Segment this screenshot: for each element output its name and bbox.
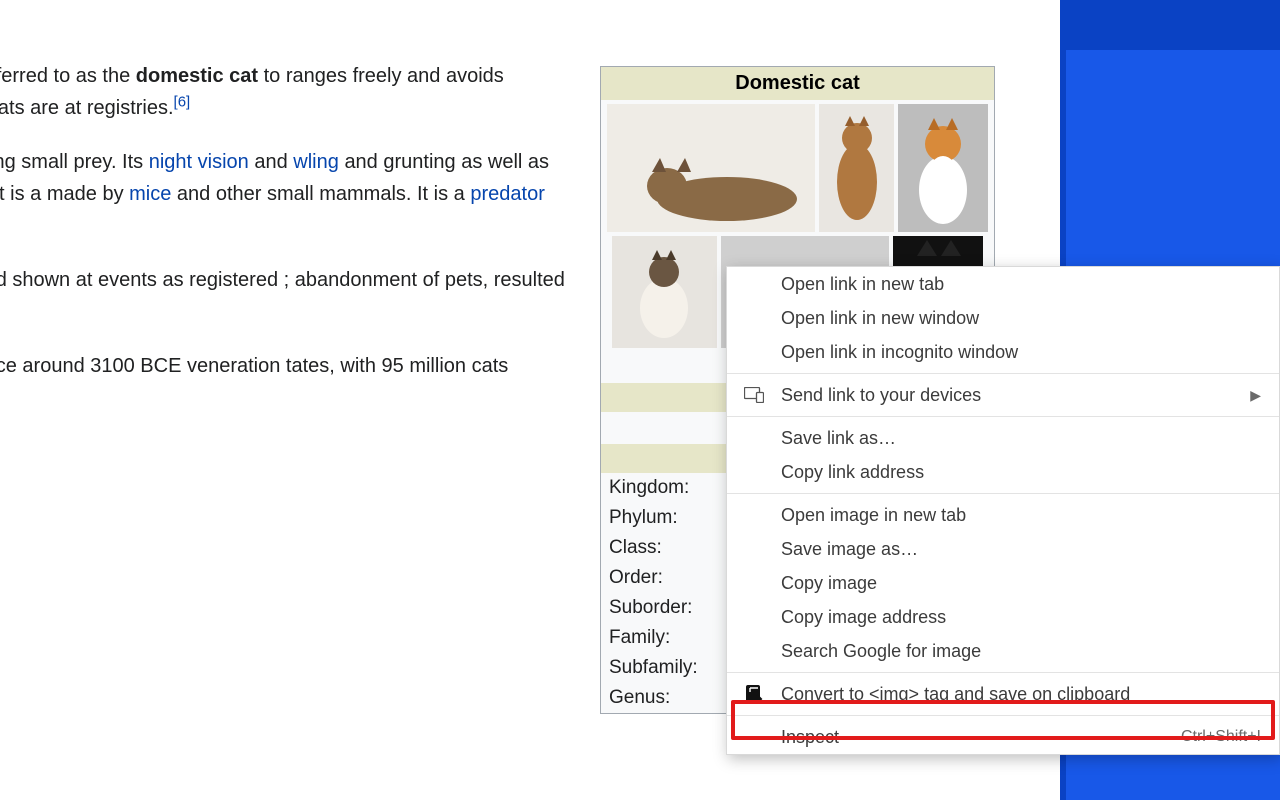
ctx-save-image-as[interactable]: Save image as… <box>727 532 1279 566</box>
text: Domestic cats are at registries. <box>0 97 174 119</box>
text: , as since around 3100 BCE veneration ta… <box>0 355 508 409</box>
article-paragraph-3: [9] Domestic cats are bred and shown at … <box>0 264 570 328</box>
submenu-arrow-icon: ▶ <box>1250 387 1261 404</box>
ctx-separator <box>727 715 1279 716</box>
taxon-label: Suborder: <box>609 597 729 619</box>
ctx-open-link-new-window[interactable]: Open link in new window <box>727 301 1279 335</box>
ctx-search-google-image[interactable]: Search Google for image <box>727 634 1279 668</box>
ctx-copy-image[interactable]: Copy image <box>727 566 1279 600</box>
ctx-label: Copy image <box>781 573 877 594</box>
ctx-label: Open link in new window <box>781 308 979 329</box>
article-paragraph-4: ated in ancient Egypt , as since around … <box>0 350 570 414</box>
text: and <box>254 151 293 173</box>
ctx-shortcut: Ctrl+Shift+I <box>1181 728 1261 746</box>
infobox-image-4[interactable] <box>612 236 717 348</box>
infobox-image-3[interactable] <box>898 104 988 232</box>
ctx-separator <box>727 416 1279 417</box>
infobox-title: Domestic cat <box>601 67 994 100</box>
article-paragraph-1: family Felidae and is often referred to … <box>0 60 570 124</box>
ctx-copy-link-address[interactable]: Copy link address <box>727 455 1279 489</box>
ctx-label: Send link to your devices <box>781 385 981 406</box>
context-menu: Open link in new tab Open link in new wi… <box>726 266 1280 755</box>
infobox-image-1[interactable] <box>607 104 815 232</box>
ctx-label: Open image in new tab <box>781 505 966 526</box>
ctx-label: Copy link address <box>781 462 924 483</box>
link-predator[interactable]: predator <box>470 183 545 205</box>
ctx-open-link-new-tab[interactable]: Open link in new tab <box>727 267 1279 301</box>
taxon-label: Kingdom: <box>609 477 729 499</box>
text: adapted to killing small prey. Its <box>0 151 149 173</box>
ctx-label: Inspect <box>781 727 839 748</box>
taxon-label: Phylum: <box>609 507 729 529</box>
extension-icon <box>743 683 765 705</box>
text: and other small mammals. It is a <box>177 183 470 205</box>
ctx-separator <box>727 672 1279 673</box>
ctx-label: Save link as… <box>781 428 896 449</box>
taxon-label: Order: <box>609 567 729 589</box>
ctx-send-to-devices[interactable]: Send link to your devices ▶ <box>727 378 1279 412</box>
ctx-copy-image-address[interactable]: Copy image address <box>727 600 1279 634</box>
link-night-vision[interactable]: night vision <box>149 151 249 173</box>
ctx-separator <box>727 373 1279 374</box>
taxon-label: Genus: <box>609 687 729 709</box>
devices-icon <box>743 384 765 406</box>
text: Domestic cats are bred and shown at even… <box>0 269 565 323</box>
ctx-label: Save image as… <box>781 539 918 560</box>
ctx-save-link-as[interactable]: Save link as… <box>727 421 1279 455</box>
ctx-label: Convert to <img> tag and save on clipboa… <box>781 684 1130 705</box>
reference-6[interactable]: [6] <box>174 93 191 110</box>
article-paragraph-2: actable claws adapted to killing small p… <box>0 146 570 242</box>
taxon-label: Subfamily: <box>609 657 729 679</box>
ctx-open-link-incognito[interactable]: Open link in incognito window <box>727 335 1279 369</box>
ctx-label: Open link in incognito window <box>781 342 1018 363</box>
bold-domestic-cat: domestic cat <box>136 65 258 87</box>
ctx-extension-convert-img-tag[interactable]: Convert to <img> tag and save on clipboa… <box>727 677 1279 711</box>
article-body: family Felidae and is often referred to … <box>0 60 570 436</box>
link-mice[interactable]: mice <box>129 183 171 205</box>
taxon-label: Class: <box>609 537 729 559</box>
link-growling[interactable]: wling <box>293 151 339 173</box>
ctx-inspect[interactable]: Inspect Ctrl+Shift+I <box>727 720 1279 754</box>
ctx-separator <box>727 493 1279 494</box>
taxon-label: Family: <box>609 627 729 649</box>
ctx-label: Open link in new tab <box>781 274 944 295</box>
text: and grunting as well as <box>344 151 549 173</box>
text: and is often referred to as the <box>0 65 136 87</box>
ctx-label: Copy image address <box>781 607 946 628</box>
infobox-image-2[interactable] <box>819 104 894 232</box>
text: . It is a made by <box>0 183 129 205</box>
ctx-open-image-new-tab[interactable]: Open image in new tab <box>727 498 1279 532</box>
ctx-label: Search Google for image <box>781 641 981 662</box>
